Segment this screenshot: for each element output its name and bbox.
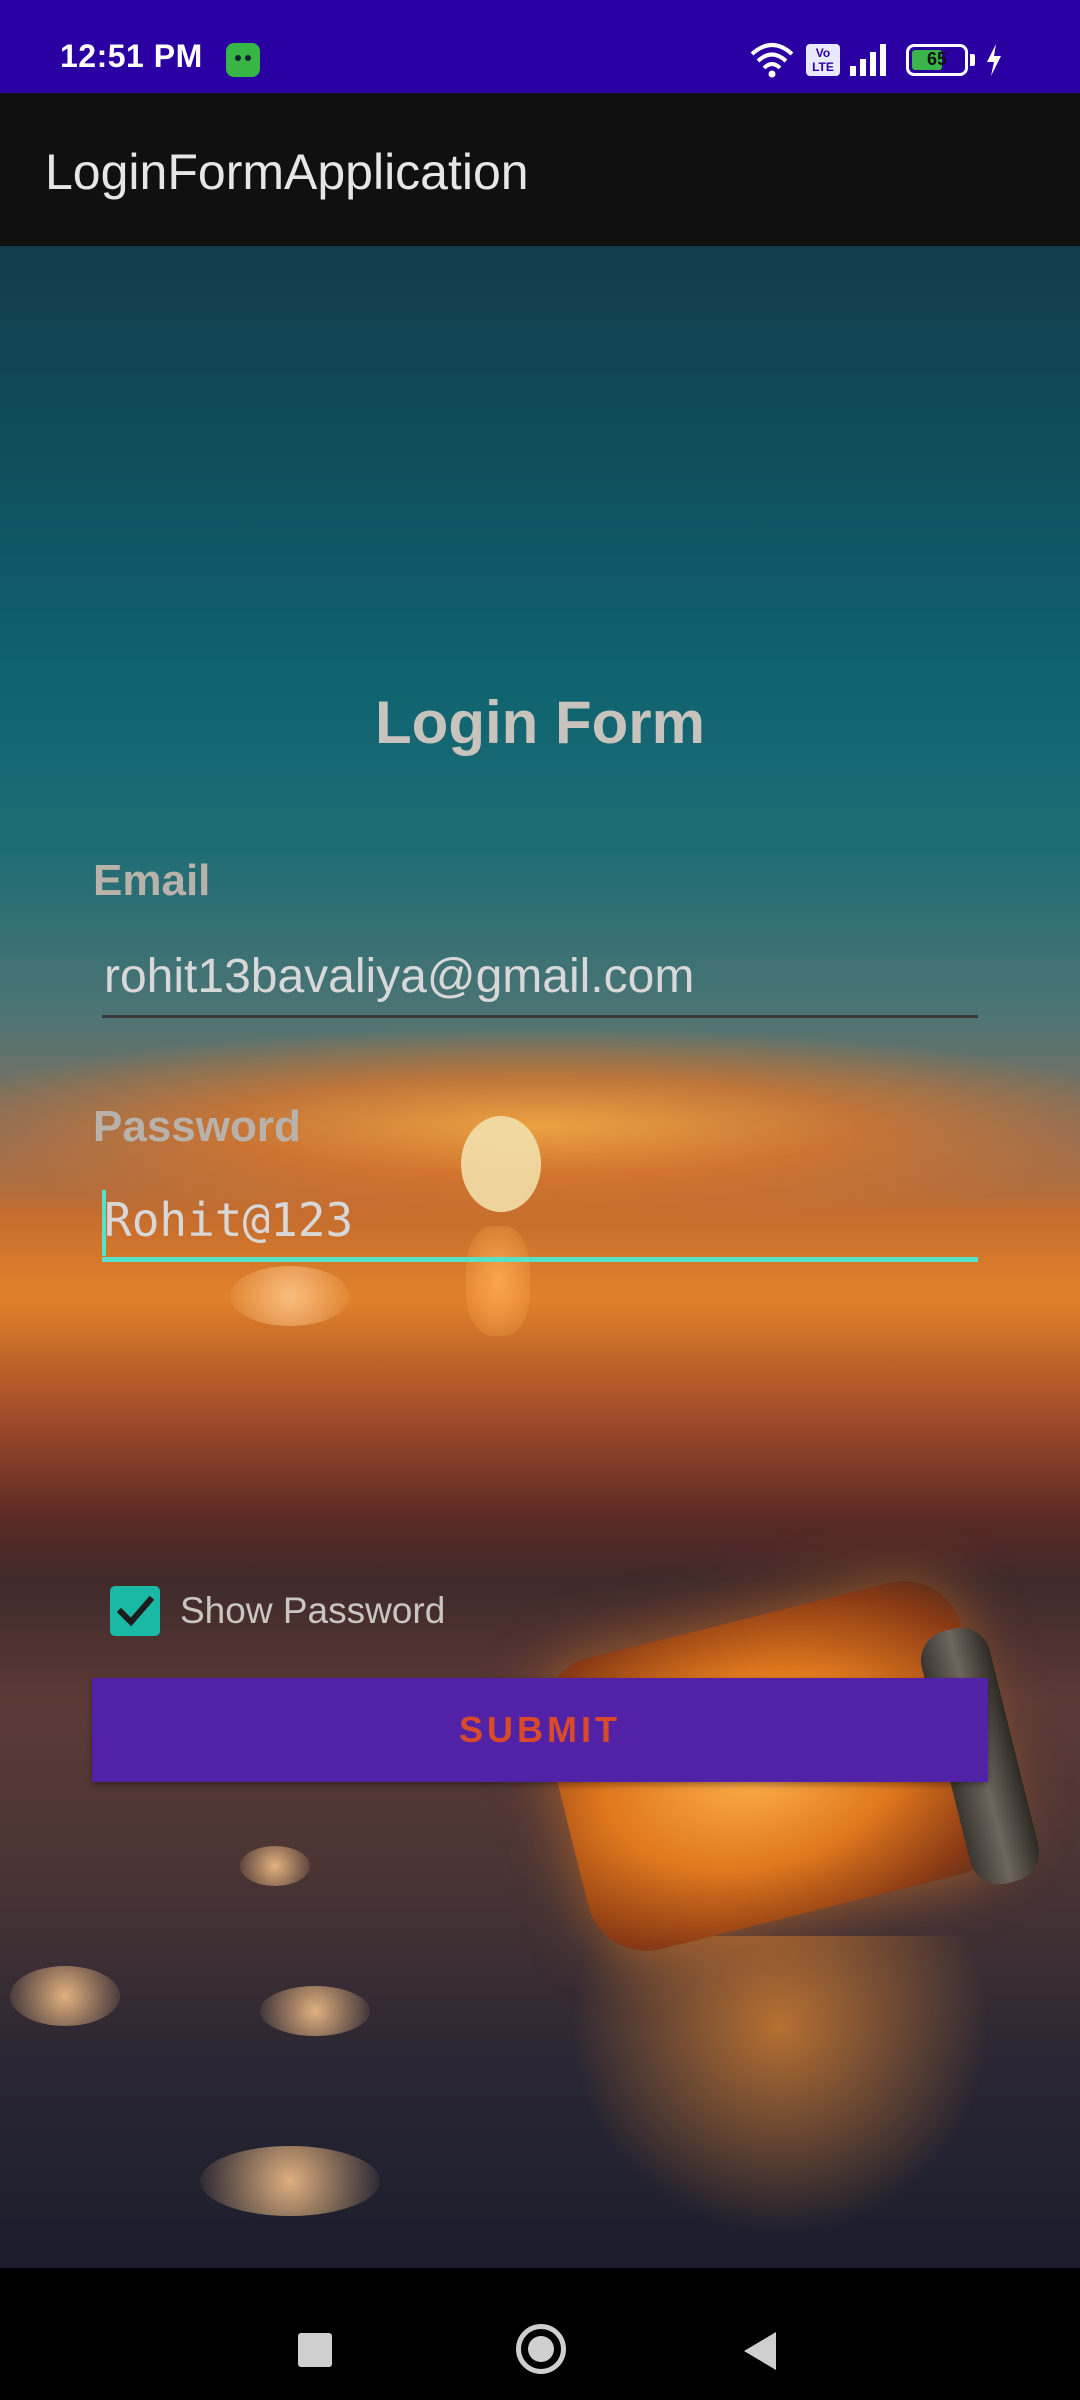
background-bokeh xyxy=(240,1846,310,1886)
submit-button[interactable]: SUBMIT xyxy=(92,1678,988,1782)
email-label: Email xyxy=(93,856,211,905)
charging-icon xyxy=(987,44,1001,76)
status-bar: 12:51 PM Vo LTE 65 xyxy=(0,0,1080,93)
password-label: Password xyxy=(93,1102,301,1151)
status-icons: Vo LTE 65 xyxy=(748,40,1028,80)
email-field[interactable] xyxy=(102,938,978,1018)
background-bokeh xyxy=(260,1986,370,2036)
form-title: Login Form xyxy=(375,689,705,756)
login-screen: Login Form Email Password Show Password … xyxy=(0,246,1080,2268)
show-password-label: Show Password xyxy=(180,1590,446,1631)
show-password-checkbox-row[interactable]: Show Password xyxy=(110,1586,530,1642)
show-password-checkbox[interactable] xyxy=(110,1586,160,1636)
app-bar: LoginFormApplication xyxy=(0,93,1080,246)
background-bokeh xyxy=(10,1966,120,2026)
navigation-bar xyxy=(0,2268,1080,2400)
battery-icon: 65 xyxy=(906,44,968,76)
volte-icon: Vo LTE xyxy=(806,44,840,76)
wifi-icon xyxy=(750,43,794,78)
text-cursor xyxy=(102,1190,106,1256)
battery-percent: 65 xyxy=(926,49,948,69)
background-bokeh xyxy=(230,1266,350,1326)
password-field[interactable] xyxy=(102,1182,978,1262)
checkmark-icon xyxy=(116,1595,155,1627)
status-time: 12:51 PM xyxy=(60,38,203,74)
battery-tip xyxy=(970,54,975,66)
app-title: LoginFormApplication xyxy=(45,144,529,200)
back-button[interactable] xyxy=(744,2332,776,2370)
background-jar-reflection xyxy=(570,1936,990,2236)
signal-icon xyxy=(850,44,886,76)
background-bokeh xyxy=(200,2146,380,2216)
home-button[interactable] xyxy=(516,2324,566,2374)
recents-button[interactable] xyxy=(298,2333,332,2367)
app-notification-icon xyxy=(226,43,260,77)
